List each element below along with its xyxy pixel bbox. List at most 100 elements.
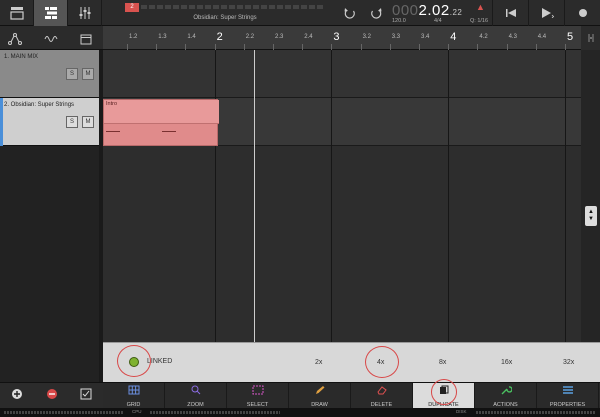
confirm-button[interactable] [80, 387, 92, 405]
duplicate-options-panel: LINKED 2x 4x 8x 16x 32x [103, 342, 600, 382]
track-title: 1. MAIN MIX [4, 54, 39, 60]
pencil-icon [314, 384, 326, 402]
track-title: 2. Obsidian: Super Strings [4, 102, 75, 108]
add-track-button[interactable] [11, 387, 25, 405]
tool-properties-button[interactable]: PROPERTIES [537, 383, 599, 409]
overview-position-marker: 2 [125, 3, 139, 12]
app: 2 Obsidian: Super Strings 0002.02.22 120… [0, 0, 600, 417]
track-main-mix[interactable]: 1. MAIN MIX S M [0, 50, 99, 98]
top-toolbar: 2 Obsidian: Super Strings 0002.02.22 120… [0, 0, 600, 26]
bar-line [214, 50, 216, 342]
tool-draw-button[interactable]: DRAW [289, 383, 351, 409]
arrange-grid[interactable]: Intro [103, 50, 581, 342]
tempo-readout[interactable]: 120.0 [392, 18, 406, 24]
bar-line [448, 50, 450, 342]
duplicate-2x-button[interactable]: 2x [315, 359, 322, 366]
selected-track-indicator [0, 98, 3, 146]
mixer-button[interactable] [68, 0, 102, 26]
ruler-label: 3.3 [391, 34, 401, 40]
remove-icon [47, 389, 58, 399]
select-icon [252, 384, 264, 402]
clip-intro[interactable]: Intro [103, 99, 219, 146]
list-icon [562, 384, 574, 402]
ruler-label: 1.3 [158, 34, 167, 40]
bar-line [331, 50, 333, 342]
ruler-label: 2.3 [275, 34, 284, 40]
arrow-down-icon[interactable]: ▼ [588, 216, 594, 223]
solo-button[interactable]: S [66, 68, 78, 80]
position-readout: 0002.02.22 [392, 2, 463, 19]
disk-label: DISK [456, 409, 467, 414]
track-header-tools [0, 26, 103, 50]
remove-track-button[interactable] [46, 387, 58, 405]
track-overview[interactable]: 2 Obsidian: Super Strings [125, 3, 325, 23]
tool-actions-button[interactable]: ACTIONS [475, 383, 537, 409]
add-icon [11, 389, 22, 399]
arrange-view-button[interactable] [34, 0, 68, 26]
browser-icon [9, 7, 24, 20]
disk-meter [476, 411, 596, 414]
current-track-name: Obsidian: Super Strings [193, 15, 257, 21]
record-button[interactable] [564, 0, 600, 26]
track-obsidian-strings[interactable]: 2. Obsidian: Super Strings S M [0, 98, 99, 146]
track-height-stepper[interactable]: ▲ ▼ [585, 206, 597, 226]
annotation-circle [365, 346, 399, 378]
undo-icon [344, 8, 355, 19]
song-overview-strip [125, 5, 325, 9]
metronome-icon[interactable]: ▲ [476, 2, 486, 12]
tool-delete-button[interactable]: DELETE [351, 383, 413, 409]
ruler-label: 4.2 [479, 34, 488, 40]
mute-button[interactable]: M [82, 68, 94, 80]
solo-button[interactable]: S [66, 116, 78, 128]
ruler-label: 3.2 [362, 34, 371, 40]
undo-button[interactable] [340, 3, 360, 23]
zoom-icon [190, 384, 202, 402]
lane-main-mix[interactable] [103, 50, 581, 98]
duplicate-16x-button[interactable]: 16x [501, 359, 512, 366]
ruler-label: 3 [333, 31, 340, 43]
ruler-label: 4.4 [537, 34, 547, 40]
clip-name: Intro [106, 101, 118, 107]
track-list: 1. MAIN MIX S M 2. Obsidian: Super Strin… [0, 50, 103, 383]
play-icon [541, 8, 554, 18]
vertical-scroll-gutter [581, 50, 600, 342]
tool-zoom-button[interactable]: ZOOM [165, 383, 227, 409]
playhead[interactable] [254, 50, 255, 342]
ruler-label: 1.4 [187, 34, 196, 40]
ruler-end-button[interactable] [581, 26, 600, 50]
time-signature-readout[interactable]: 4/4 [434, 18, 442, 24]
calendar-button[interactable] [80, 32, 92, 50]
record-icon [578, 9, 587, 17]
midi-note [106, 131, 120, 132]
quantize-readout[interactable]: Q: 1/16 [470, 18, 488, 24]
annotation-circle [117, 345, 151, 377]
tracks-icon [44, 7, 57, 19]
mute-button[interactable]: M [82, 116, 94, 128]
redo-button[interactable] [366, 3, 386, 23]
annotation-circle [431, 379, 457, 405]
clip-tool-button[interactable] [44, 32, 58, 50]
audio-meter [4, 411, 124, 414]
wrench-icon [500, 384, 513, 402]
browser-button[interactable] [0, 0, 34, 26]
ruler-label: 2.4 [304, 34, 313, 40]
arrow-up-icon[interactable]: ▲ [588, 209, 594, 216]
play-button[interactable] [528, 0, 564, 26]
redo-icon [371, 8, 382, 19]
track-actions [0, 383, 103, 409]
timeline-ruler[interactable]: 1.2 1.3 1.4 2 2.2 2.3 2.4 3 3.2 3.3 3.4 4 4.2 4.3 4.4 5 [103, 26, 581, 50]
calendar-icon [80, 34, 92, 45]
duplicate-8x-button[interactable]: 8x [439, 359, 446, 366]
ruler-label: 2 [216, 31, 223, 43]
tool-duplicate-button[interactable]: DUPLICATE [413, 379, 475, 409]
ruler-label: 2.2 [245, 34, 255, 40]
automation-button[interactable] [8, 32, 22, 50]
rewind-button[interactable] [492, 0, 528, 26]
tool-select-button[interactable]: SELECT [227, 383, 289, 409]
automation-icon [8, 33, 22, 45]
wave-icon [44, 36, 58, 42]
duplicate-32x-button[interactable]: 32x [563, 359, 574, 366]
ruler-label: 3.4 [421, 34, 430, 40]
tool-grid-button[interactable]: GRID [103, 383, 165, 409]
loop-marker-icon [588, 34, 593, 42]
